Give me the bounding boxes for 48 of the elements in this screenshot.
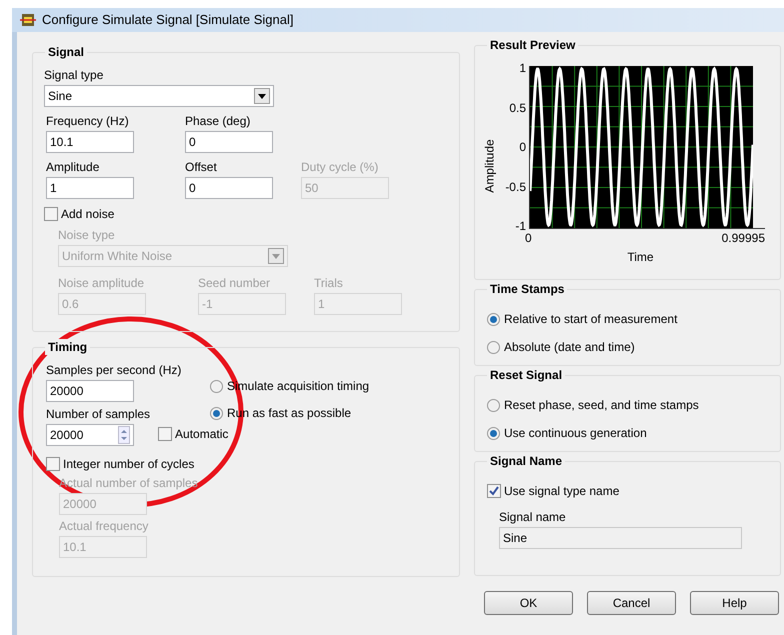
- radio-label: Relative to start of measurement: [504, 311, 678, 328]
- group-title: Signal: [45, 44, 88, 60]
- input-field[interactable]: Sine: [499, 527, 742, 549]
- field-label: Trials: [314, 275, 344, 291]
- axis-label: Time: [627, 249, 654, 266]
- input-field[interactable]: 0: [185, 131, 273, 153]
- checkbox-label: Add noise: [61, 206, 114, 223]
- field-label: Duty cycle (%): [301, 159, 380, 175]
- field-label: Offset: [185, 159, 218, 175]
- checkbox-label: Use signal type name: [504, 483, 620, 500]
- radio-label: Absolute (date and time): [504, 339, 635, 356]
- input-field[interactable]: 1: [46, 177, 134, 199]
- field-label: Actual frequency: [59, 518, 150, 534]
- input-field[interactable]: 0: [185, 177, 273, 199]
- field-label: Phase (deg): [185, 113, 252, 129]
- checkbox-label: Integer number of cycles: [63, 456, 194, 473]
- field-label: Frequency (Hz): [46, 113, 130, 129]
- field-label: Number of samples: [46, 406, 150, 422]
- input-field[interactable]: 10.1: [46, 131, 134, 153]
- radio-label: Use continuous generation: [504, 425, 647, 442]
- tick-label: -0.5: [505, 180, 526, 194]
- field-label: Noise type: [58, 227, 116, 243]
- field-label: Seed number: [198, 275, 272, 291]
- radio-label: Reset phase, seed, and time stamps: [504, 397, 699, 414]
- field-label: Signal name: [499, 509, 567, 525]
- group-title: Reset Signal: [487, 367, 566, 383]
- tick-label: 0.5: [509, 100, 526, 114]
- field-label: Samples per second (Hz): [46, 362, 182, 378]
- tick-label: -1: [515, 219, 526, 233]
- dialog-button[interactable]: Help: [690, 591, 779, 615]
- group-title: Signal Name: [487, 453, 566, 469]
- field-label: Signal type: [44, 67, 104, 83]
- tick-label: 0: [519, 140, 526, 154]
- group-title: Time Stamps: [487, 281, 568, 297]
- checkbox-label: Automatic: [175, 426, 228, 443]
- field-label: Amplitude: [46, 159, 100, 175]
- tick-label: 1: [519, 61, 526, 75]
- dialog-button[interactable]: OK: [484, 591, 573, 615]
- dropdown[interactable]: Sine: [44, 85, 274, 107]
- window-title: Configure Simulate Signal [Simulate Signal]: [42, 11, 294, 30]
- axis-label: Amplitude: [482, 139, 498, 193]
- field-label: Noise amplitude: [58, 275, 146, 291]
- dialog-button[interactable]: Cancel: [587, 591, 676, 615]
- group-title: Timing: [45, 339, 90, 355]
- tick-label: 0.99995: [722, 231, 765, 245]
- input-field[interactable]: 20000: [46, 380, 134, 402]
- input-field[interactable]: 20000: [46, 424, 134, 446]
- tick-label: 0: [525, 231, 532, 245]
